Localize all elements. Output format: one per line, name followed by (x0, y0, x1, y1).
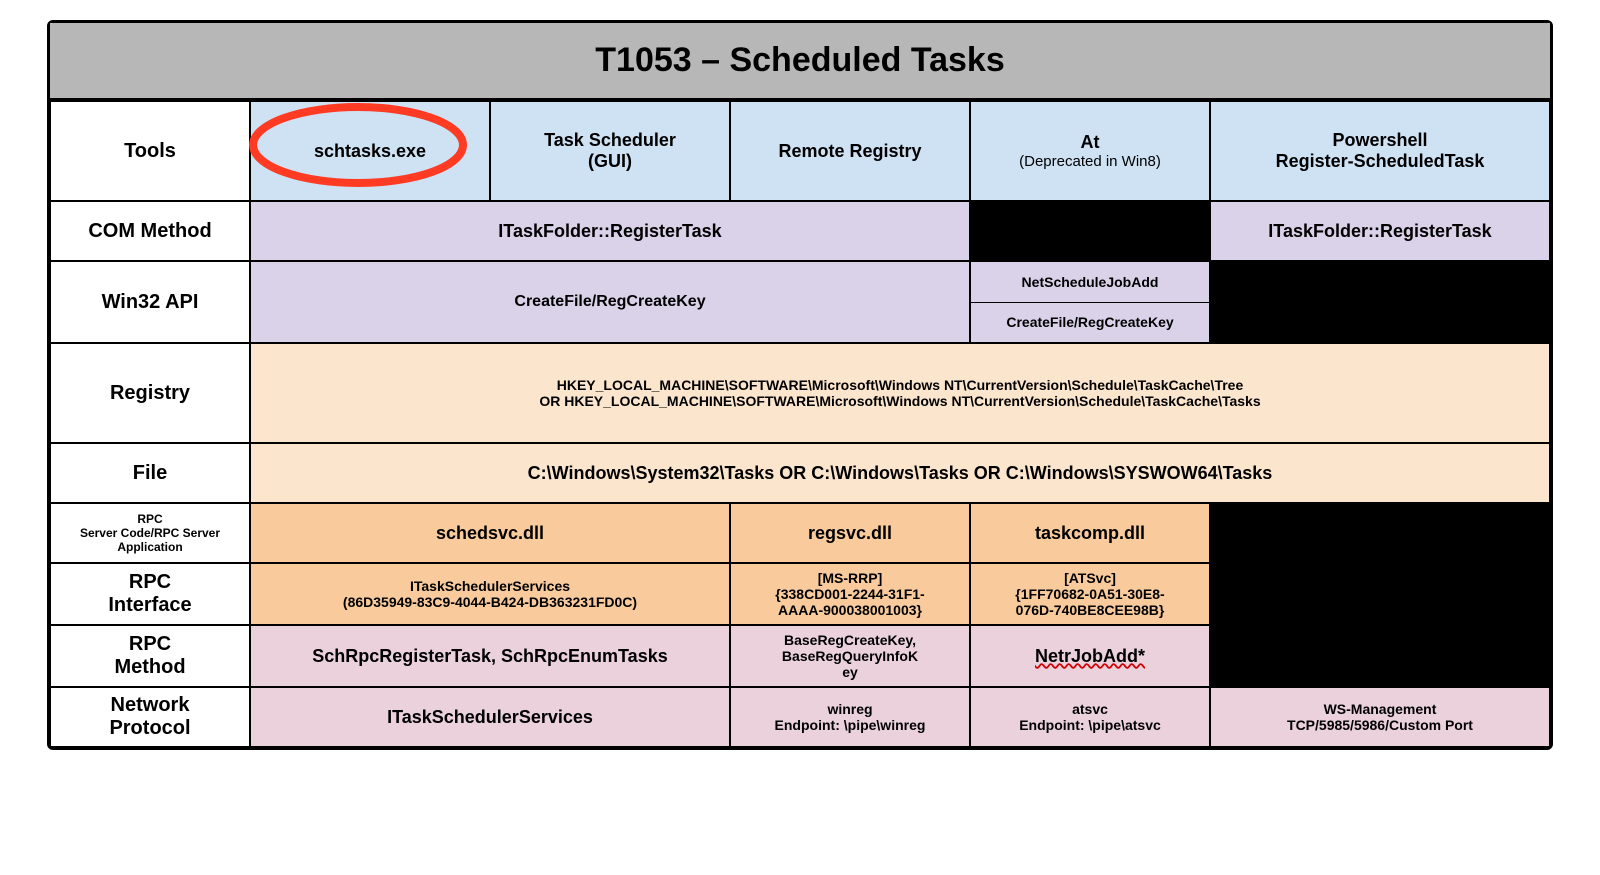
rpc-if-b3: AAAA-900038001003} (778, 602, 922, 618)
rpc-m-c-text: NetrJobAdd* (1035, 646, 1145, 667)
row-label-rpc-server: RPC Server Code/RPC Server Application (50, 503, 250, 563)
net-d1: WS-Management (1324, 701, 1437, 717)
highlight-ellipse (243, 100, 473, 190)
rpc-m-b3: ey (842, 664, 858, 680)
net-d2: TCP/5985/5986/Custom Port (1287, 717, 1473, 733)
rpc-server-l2: Server Code/RPC Server (80, 526, 220, 540)
row-label-net: Network Protocol (50, 687, 250, 747)
com-ps: ITaskFolder::RegisterTask (1210, 201, 1550, 261)
rpc-if-a2: (86D35949-83C9-4044-B424-DB363231FD0C) (343, 594, 637, 610)
api-ps-blank (1210, 261, 1550, 343)
rpc-m-c: NetrJobAdd* (970, 625, 1210, 687)
rpc-if-l2: Interface (108, 594, 191, 617)
tool-gui-line2: (GUI) (588, 151, 632, 172)
rpc-if-a: ITaskSchedulerServices (86D35949-83C9-40… (250, 563, 730, 625)
rpc-if-c3: 076D-740BE8CEE98B} (1016, 602, 1165, 618)
rpc-m-b1: BaseRegCreateKey, (784, 632, 916, 648)
rpc-if-l1: RPC (129, 571, 171, 594)
rpc-server-reg: regsvc.dll (730, 503, 970, 563)
net-b1: winreg (827, 701, 872, 717)
tool-ps-line1: Powershell (1332, 130, 1427, 151)
tool-gui-line1: Task Scheduler (544, 130, 676, 151)
net-c1: atsvc (1072, 701, 1108, 717)
file-paths: C:\Windows\System32\Tasks OR C:\Windows\… (250, 443, 1550, 503)
row-label-rpc-if: RPC Interface (50, 563, 250, 625)
rpc-server-task: taskcomp.dll (970, 503, 1210, 563)
rpc-m-l2: Method (114, 656, 185, 679)
net-c2: Endpoint: \pipe\atsvc (1019, 717, 1161, 733)
net-l1: Network (111, 694, 190, 717)
rpc-if-c: [ATSvc] {1FF70682-0A51-30E8- 076D-740BE8… (970, 563, 1210, 625)
api-at-top: NetScheduleJobAdd (971, 262, 1209, 303)
rpc-server-sched: schedsvc.dll (250, 503, 730, 563)
api-at: NetScheduleJobAdd CreateFile/RegCreateKe… (970, 261, 1210, 343)
row-label-com: COM Method (50, 201, 250, 261)
rpc-m-b: BaseRegCreateKey, BaseRegQueryInfoK ey (730, 625, 970, 687)
rpc-m-l1: RPC (129, 633, 171, 656)
api-at-bot: CreateFile/RegCreateKey (971, 303, 1209, 343)
tool-at: At (Deprecated in Win8) (970, 101, 1210, 201)
row-label-tools: Tools (50, 101, 250, 201)
net-b2: Endpoint: \pipe\winreg (775, 717, 926, 733)
rpc-if-b: [MS-RRP] {338CD001-2244-31F1- AAAA-90003… (730, 563, 970, 625)
net-b: winreg Endpoint: \pipe\winreg (730, 687, 970, 747)
tool-powershell: Powershell Register-ScheduledTask (1210, 101, 1550, 201)
tool-remote-registry: Remote Registry (730, 101, 970, 201)
row-label-registry: Registry (50, 343, 250, 443)
rpc-server-l1: RPC (137, 512, 162, 526)
rpc-if-c1: [ATSvc] (1064, 570, 1116, 586)
rpc-if-c2: {1FF70682-0A51-30E8- (1015, 586, 1164, 602)
registry-paths: HKEY_LOCAL_MACHINE\SOFTWARE\Microsoft\Wi… (250, 343, 1550, 443)
row-label-rpc-m: RPC Method (50, 625, 250, 687)
rpc-m-b2: BaseRegQueryInfoK (782, 648, 918, 664)
row-label-api: Win32 API (50, 261, 250, 343)
rpc-if-blank (1210, 563, 1550, 625)
rpc-if-a1: ITaskSchedulerServices (410, 578, 570, 594)
diagram-title: T1053 – Scheduled Tasks (50, 23, 1550, 101)
rpc-m-a: SchRpcRegisterTask, SchRpcEnumTasks (250, 625, 730, 687)
net-c: atsvc Endpoint: \pipe\atsvc (970, 687, 1210, 747)
net-d: WS-Management TCP/5985/5986/Custom Port (1210, 687, 1550, 747)
api-main: CreateFile/RegCreateKey (250, 261, 970, 343)
tool-at-line2: (Deprecated in Win8) (1019, 153, 1161, 170)
rpc-server-blank (1210, 503, 1550, 563)
net-l2: Protocol (109, 717, 190, 740)
tool-schtasks: schtasks.exe (250, 101, 490, 201)
row-label-file: File (50, 443, 250, 503)
diagram-container: T1053 – Scheduled Tasks Tools schtasks.e… (47, 20, 1553, 750)
rpc-if-b2: {338CD001-2244-31F1- (775, 586, 924, 602)
rpc-server-l3: Application (117, 540, 182, 554)
com-register: ITaskFolder::RegisterTask (250, 201, 970, 261)
diagram-grid: Tools schtasks.exe Task Scheduler (GUI) … (50, 101, 1550, 747)
tool-ps-line2: Register-ScheduledTask (1276, 151, 1485, 172)
registry-line2: OR HKEY_LOCAL_MACHINE\SOFTWARE\Microsoft… (539, 393, 1260, 409)
rpc-if-b1: [MS-RRP] (818, 570, 883, 586)
com-at-blank (970, 201, 1210, 261)
tool-gui: Task Scheduler (GUI) (490, 101, 730, 201)
net-a: ITaskSchedulerServices (250, 687, 730, 747)
registry-line1: HKEY_LOCAL_MACHINE\SOFTWARE\Microsoft\Wi… (557, 377, 1244, 393)
rpc-m-blank (1210, 625, 1550, 687)
tool-at-line1: At (1081, 132, 1100, 153)
